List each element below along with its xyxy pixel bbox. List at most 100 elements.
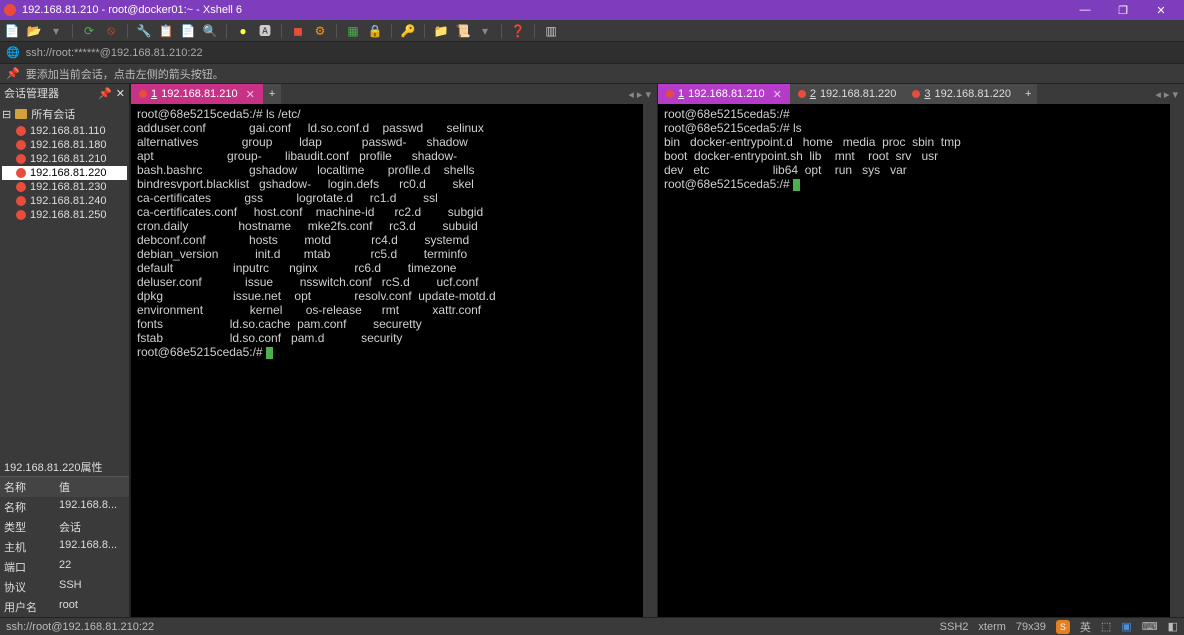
- session-tab[interactable]: 1 192.168.81.210✕: [131, 84, 263, 104]
- gear-icon[interactable]: ⚙: [312, 23, 328, 39]
- session-icon: [798, 90, 806, 98]
- close-tab-icon[interactable]: ✕: [246, 88, 255, 101]
- status-size: 79x39: [1016, 621, 1046, 633]
- right-tabs: 1 192.168.81.210✕2 192.168.81.2203 192.1…: [658, 84, 1184, 104]
- left-tabs: 1 192.168.81.210✕ + ◂ ▸ ▾: [131, 84, 657, 104]
- left-pane: 1 192.168.81.210✕ + ◂ ▸ ▾ root@68e5215ce…: [130, 84, 657, 617]
- tray-icon[interactable]: ⌨: [1142, 620, 1158, 633]
- folder-icon: [15, 109, 27, 119]
- dropdown-icon[interactable]: ▾: [48, 23, 64, 39]
- right-terminal[interactable]: root@68e5215ceda5:/# root@68e5215ceda5:/…: [658, 104, 1170, 617]
- paste-icon[interactable]: 📄: [180, 23, 196, 39]
- session-icon: [912, 90, 920, 98]
- help-icon[interactable]: ❓: [510, 23, 526, 39]
- sidebar-close-icon[interactable]: ✕: [116, 88, 125, 100]
- hint-text: 要添加当前会话，点击左侧的箭头按钮。: [26, 66, 224, 82]
- session-item[interactable]: 192.168.81.220: [2, 166, 127, 180]
- add-tab-button[interactable]: +: [1019, 84, 1037, 104]
- tray-icon[interactable]: ▣: [1121, 620, 1131, 633]
- session-icon: [16, 154, 26, 164]
- cursor-icon: [266, 347, 273, 359]
- statusbar: ssh://root@192.168.81.210:22 SSH2 xterm …: [0, 617, 1184, 635]
- prop-row: 用户名root: [0, 597, 129, 617]
- session-icon: [16, 196, 26, 206]
- sidebar-header: 会话管理器 📌 ✕: [0, 84, 129, 102]
- session-item[interactable]: 192.168.81.240: [2, 194, 127, 208]
- session-icon: [16, 210, 26, 220]
- hint-bar: 📌 要添加当前会话，点击左侧的箭头按钮。: [0, 64, 1184, 84]
- scrollbar[interactable]: [1170, 104, 1184, 617]
- minimize-button[interactable]: —: [1066, 0, 1104, 20]
- status-ssh: SSH2: [940, 621, 969, 633]
- font-icon[interactable]: 🅰: [257, 23, 273, 39]
- address-text[interactable]: ssh://root:******@192.168.81.210:22: [26, 47, 203, 59]
- prop-head-name: 名称: [0, 477, 55, 497]
- tab-nav[interactable]: ◂ ▸ ▾: [622, 84, 657, 104]
- session-icon: [16, 126, 26, 136]
- stop-icon[interactable]: ◼: [290, 23, 306, 39]
- tab-nav[interactable]: ◂ ▸ ▾: [1149, 84, 1184, 104]
- color-icon[interactable]: ●: [235, 23, 251, 39]
- sidebar-title: 会话管理器: [4, 85, 59, 101]
- find-icon[interactable]: 🔍: [202, 23, 218, 39]
- tray-icon[interactable]: ◧: [1168, 620, 1178, 633]
- sidebar: 会话管理器 📌✕ ⊟所有会话 192.168.81.110192.168.81.…: [0, 84, 130, 617]
- new-session-icon[interactable]: 📄: [4, 23, 20, 39]
- session-item[interactable]: 192.168.81.110: [2, 124, 127, 138]
- prop-row: 类型会话: [0, 517, 129, 537]
- ime-badge-icon[interactable]: S: [1056, 620, 1070, 634]
- tree-root[interactable]: ⊟所有会话: [2, 106, 127, 122]
- session-item[interactable]: 192.168.81.250: [2, 208, 127, 222]
- close-button[interactable]: ✕: [1142, 0, 1180, 20]
- properties-panel: 名称值 名称192.168.8...类型会话主机192.168.8...端口22…: [0, 476, 129, 617]
- maximize-button[interactable]: ❐: [1104, 0, 1142, 20]
- bulb-icon: 📌: [6, 67, 20, 80]
- prop-row: 主机192.168.8...: [0, 537, 129, 557]
- close-tab-icon[interactable]: ✕: [773, 88, 782, 101]
- session-tab[interactable]: 3 192.168.81.220: [904, 84, 1019, 104]
- split-icon[interactable]: ▥: [543, 23, 559, 39]
- session-item[interactable]: 192.168.81.230: [2, 180, 127, 194]
- script-icon[interactable]: 📜: [455, 23, 471, 39]
- prop-row: 协议SSH: [0, 577, 129, 597]
- window-title: 192.168.81.210 - root@docker01:~ - Xshel…: [22, 4, 242, 16]
- copy-icon[interactable]: 📋: [158, 23, 174, 39]
- cursor-icon: [793, 179, 800, 191]
- session-icon: [16, 182, 26, 192]
- session-item[interactable]: 192.168.81.180: [2, 138, 127, 152]
- ime-lang[interactable]: 英: [1080, 619, 1091, 635]
- prop-row: 名称192.168.8...: [0, 497, 129, 517]
- session-icon: [16, 168, 26, 178]
- properties-icon[interactable]: 🔧: [136, 23, 152, 39]
- scrollbar[interactable]: [643, 104, 657, 617]
- reconnect-icon[interactable]: ⟳: [81, 23, 97, 39]
- tray-icon[interactable]: ⬚: [1101, 620, 1111, 633]
- lock-icon[interactable]: 🔒: [367, 23, 383, 39]
- session-tree: ⊟所有会话 192.168.81.110192.168.81.180192.16…: [0, 102, 129, 458]
- globe-icon: 🌐: [6, 46, 20, 59]
- session-icon: [666, 90, 674, 98]
- session-icon: [16, 140, 26, 150]
- toolbar: 📄 📂 ▾ ⟳ ⦸ 🔧 📋 📄 🔍 ● 🅰 ◼ ⚙ ▦ 🔒 🔑 📁 📜 ▾ ❓ …: [0, 20, 1184, 42]
- disconnect-icon[interactable]: ⦸: [103, 23, 119, 39]
- status-left: ssh://root@192.168.81.210:22: [6, 621, 154, 633]
- session-tab[interactable]: 2 192.168.81.220: [790, 84, 905, 104]
- open-icon[interactable]: 📂: [26, 23, 42, 39]
- prop-head-value: 值: [55, 477, 129, 497]
- properties-title: 192.168.81.220属性: [0, 458, 129, 476]
- folder-icon[interactable]: 📁: [433, 23, 449, 39]
- session-item[interactable]: 192.168.81.210: [2, 152, 127, 166]
- more-icon[interactable]: ▾: [477, 23, 493, 39]
- status-term: xterm: [978, 621, 1006, 633]
- add-tab-button[interactable]: +: [263, 84, 281, 104]
- address-bar: 🌐 ssh://root:******@192.168.81.210:22: [0, 42, 1184, 64]
- sidebar-pin-icon[interactable]: 📌: [98, 88, 112, 100]
- layout-icon[interactable]: ▦: [345, 23, 361, 39]
- key-icon[interactable]: 🔑: [400, 23, 416, 39]
- prop-row: 端口22: [0, 557, 129, 577]
- session-icon: [139, 90, 147, 98]
- app-icon: [4, 4, 16, 16]
- titlebar: 192.168.81.210 - root@docker01:~ - Xshel…: [0, 0, 1184, 20]
- left-terminal[interactable]: root@68e5215ceda5:/# ls /etc/ adduser.co…: [131, 104, 643, 617]
- session-tab[interactable]: 1 192.168.81.210✕: [658, 84, 790, 104]
